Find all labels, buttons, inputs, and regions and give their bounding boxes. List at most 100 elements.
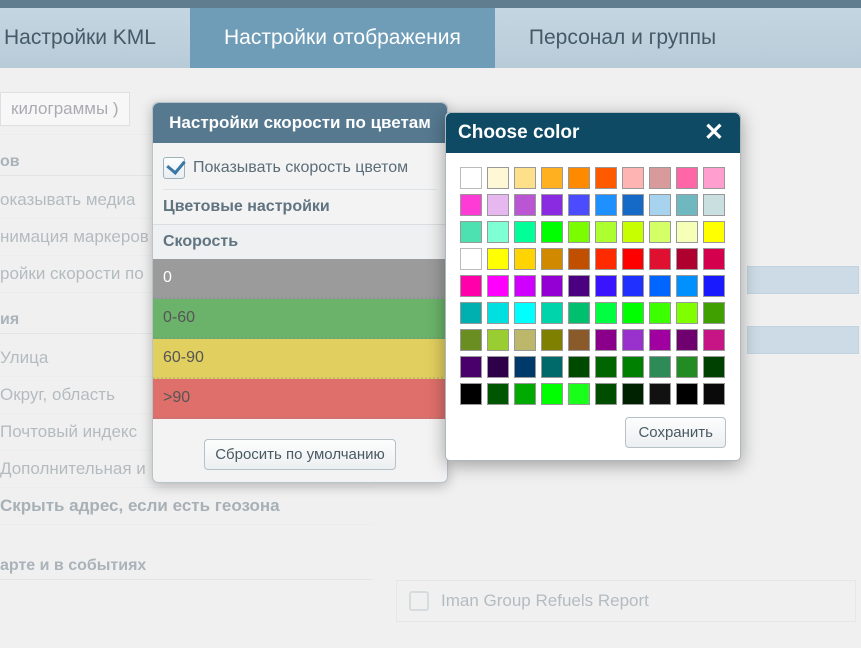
color-swatch[interactable] (487, 329, 509, 351)
color-swatch[interactable] (514, 275, 536, 297)
color-swatch[interactable] (676, 329, 698, 351)
reset-defaults-button[interactable]: Сбросить по умолчанию (204, 439, 396, 470)
color-swatch[interactable] (487, 356, 509, 378)
color-swatch[interactable] (676, 194, 698, 216)
color-swatch[interactable] (595, 356, 617, 378)
color-swatch[interactable] (703, 248, 725, 270)
color-swatch[interactable] (568, 356, 590, 378)
color-swatch[interactable] (676, 275, 698, 297)
color-swatch[interactable] (649, 329, 671, 351)
color-swatch[interactable] (568, 302, 590, 324)
color-swatch[interactable] (541, 194, 563, 216)
color-swatch[interactable] (622, 248, 644, 270)
color-swatch[interactable] (595, 167, 617, 189)
color-swatch[interactable] (676, 248, 698, 270)
tab-staff[interactable]: Персонал и группы (495, 8, 750, 68)
color-swatch[interactable] (487, 194, 509, 216)
color-swatch[interactable] (676, 302, 698, 324)
color-swatch[interactable] (703, 383, 725, 405)
color-swatch[interactable] (460, 221, 482, 243)
tab-display[interactable]: Настройки отображения (190, 8, 495, 68)
color-swatch[interactable] (595, 329, 617, 351)
color-swatch[interactable] (568, 221, 590, 243)
color-swatch[interactable] (649, 167, 671, 189)
color-swatch[interactable] (676, 167, 698, 189)
color-swatch[interactable] (622, 329, 644, 351)
close-icon[interactable]: ✕ (700, 121, 728, 145)
color-swatch[interactable] (649, 194, 671, 216)
color-swatch[interactable] (649, 221, 671, 243)
color-swatch[interactable] (622, 221, 644, 243)
color-swatch[interactable] (460, 302, 482, 324)
tab-kml[interactable]: Настройки KML (0, 8, 190, 68)
color-swatch[interactable] (649, 248, 671, 270)
save-color-button[interactable]: Сохранить (625, 417, 726, 448)
color-swatch[interactable] (487, 302, 509, 324)
color-swatch[interactable] (595, 275, 617, 297)
show-speed-checkbox[interactable] (163, 157, 185, 179)
color-swatch[interactable] (541, 383, 563, 405)
speed-row-0[interactable]: 0 (153, 259, 447, 299)
color-swatch[interactable] (460, 356, 482, 378)
color-swatch[interactable] (514, 302, 536, 324)
color-swatch[interactable] (568, 329, 590, 351)
color-swatch[interactable] (703, 329, 725, 351)
color-swatch[interactable] (622, 302, 644, 324)
color-swatch[interactable] (541, 302, 563, 324)
color-swatch[interactable] (460, 383, 482, 405)
color-swatch[interactable] (541, 248, 563, 270)
color-swatch[interactable] (460, 248, 482, 270)
color-swatch[interactable] (595, 194, 617, 216)
speed-row-2[interactable]: 60-90 (153, 339, 447, 379)
color-swatch[interactable] (703, 167, 725, 189)
color-swatch[interactable] (568, 275, 590, 297)
color-swatch[interactable] (703, 275, 725, 297)
color-swatch[interactable] (649, 356, 671, 378)
color-swatch[interactable] (514, 356, 536, 378)
color-swatch[interactable] (541, 221, 563, 243)
color-swatch[interactable] (595, 302, 617, 324)
color-swatch[interactable] (514, 167, 536, 189)
color-swatch[interactable] (487, 221, 509, 243)
color-swatch[interactable] (676, 383, 698, 405)
color-swatch[interactable] (487, 275, 509, 297)
color-swatch[interactable] (460, 194, 482, 216)
color-swatch[interactable] (649, 383, 671, 405)
color-swatch[interactable] (514, 194, 536, 216)
color-swatch[interactable] (460, 329, 482, 351)
color-swatch[interactable] (622, 275, 644, 297)
color-swatch[interactable] (676, 221, 698, 243)
color-swatch[interactable] (703, 302, 725, 324)
color-swatch[interactable] (541, 356, 563, 378)
color-swatch[interactable] (541, 167, 563, 189)
color-swatch[interactable] (568, 194, 590, 216)
color-swatch[interactable] (622, 194, 644, 216)
color-swatch[interactable] (622, 383, 644, 405)
color-swatch[interactable] (514, 221, 536, 243)
color-swatch[interactable] (676, 356, 698, 378)
color-swatch[interactable] (460, 275, 482, 297)
color-swatch[interactable] (595, 221, 617, 243)
report-row-refuels[interactable]: Iman Group Refuels Report (396, 580, 856, 622)
color-swatch[interactable] (541, 275, 563, 297)
color-swatch[interactable] (514, 383, 536, 405)
speed-row-1[interactable]: 0-60 (153, 299, 447, 339)
color-swatch[interactable] (460, 167, 482, 189)
color-swatch[interactable] (541, 329, 563, 351)
color-swatch[interactable] (622, 167, 644, 189)
color-swatch[interactable] (568, 167, 590, 189)
color-swatch[interactable] (568, 383, 590, 405)
color-swatch[interactable] (487, 248, 509, 270)
color-swatch[interactable] (649, 302, 671, 324)
color-swatch[interactable] (514, 329, 536, 351)
color-swatch[interactable] (514, 248, 536, 270)
color-swatch[interactable] (568, 248, 590, 270)
color-swatch[interactable] (622, 356, 644, 378)
color-swatch[interactable] (487, 383, 509, 405)
color-swatch[interactable] (487, 167, 509, 189)
speed-row-3[interactable]: >90 (153, 379, 447, 419)
color-swatch[interactable] (595, 383, 617, 405)
checkbox-icon[interactable] (409, 591, 429, 611)
color-swatch[interactable] (703, 356, 725, 378)
color-swatch[interactable] (649, 275, 671, 297)
